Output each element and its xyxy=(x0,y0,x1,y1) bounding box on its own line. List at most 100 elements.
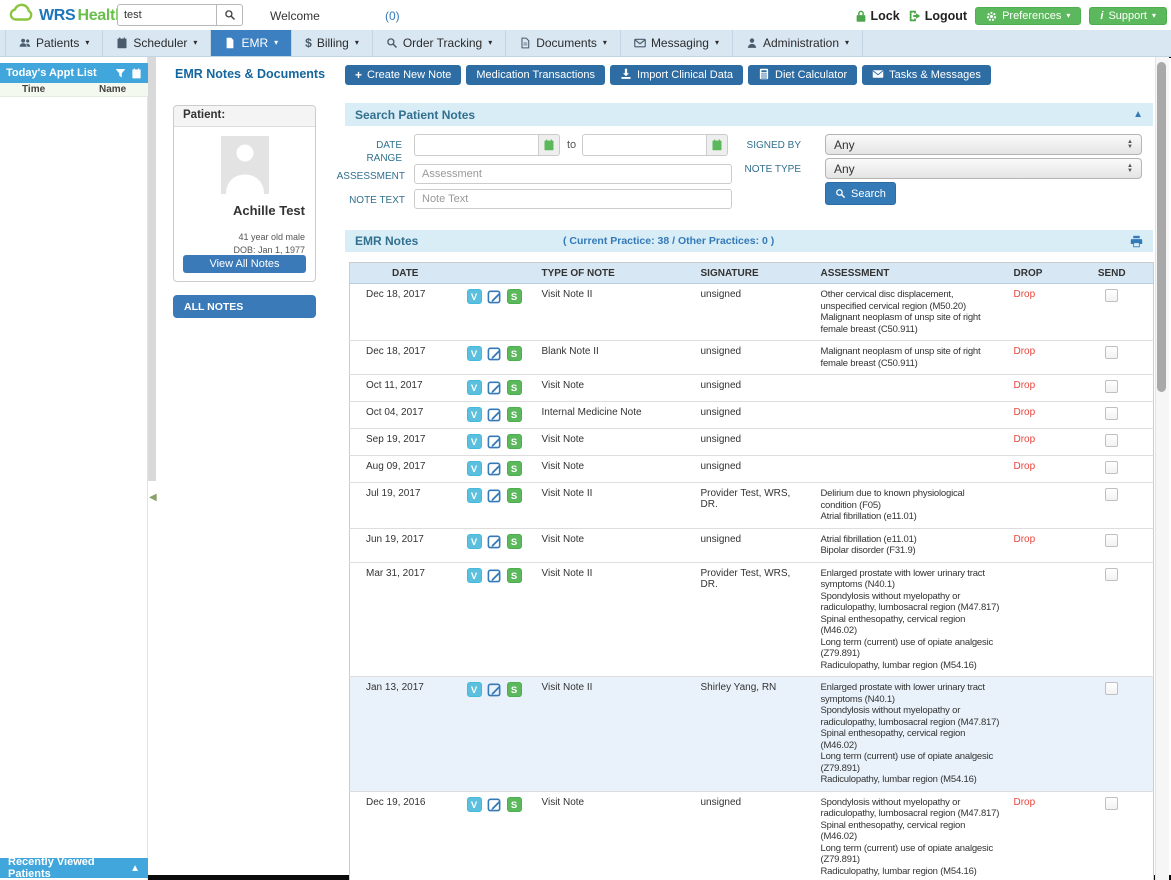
drop-note-link[interactable]: Drop xyxy=(1014,534,1036,545)
nav-item-scheduler[interactable]: Scheduler ▾ xyxy=(103,30,211,56)
edit-note-button[interactable] xyxy=(487,534,502,549)
date-from-input[interactable] xyxy=(414,134,538,156)
sign-note-button[interactable]: S xyxy=(507,534,522,549)
note-assessment: Delirium due to known physiological cond… xyxy=(815,483,1006,529)
nav-item-order-tracking[interactable]: Order Tracking ▾ xyxy=(373,30,506,56)
search-notes-button[interactable]: Search xyxy=(825,182,896,205)
envelope-outline-icon xyxy=(634,37,646,49)
send-checkbox[interactable] xyxy=(1105,488,1118,501)
date-to-input[interactable] xyxy=(582,134,706,156)
note-signature: unsigned xyxy=(695,375,815,402)
send-checkbox[interactable] xyxy=(1105,797,1118,810)
filter-icon[interactable] xyxy=(115,68,126,79)
drop-note-link[interactable]: Drop xyxy=(1014,797,1036,808)
tasks-messages-button[interactable]: Tasks & Messages xyxy=(862,65,991,85)
view-note-button[interactable]: V xyxy=(467,461,482,476)
drop-note-link[interactable]: Drop xyxy=(1014,434,1036,445)
lock-button[interactable]: Lock xyxy=(854,9,900,23)
send-checkbox[interactable] xyxy=(1105,289,1118,302)
send-checkbox[interactable] xyxy=(1105,346,1118,359)
chevron-down-icon: ▾ xyxy=(85,39,89,47)
emr-notes-table: DATE TYPE OF NOTE SIGNATURE ASSESSMENT D… xyxy=(349,262,1154,880)
date-from-calendar-button[interactable] xyxy=(538,134,560,156)
patient-card-title: Patient: xyxy=(174,106,315,127)
signed-by-select[interactable]: Any ▲▼ xyxy=(825,134,1142,155)
sign-note-button[interactable]: S xyxy=(507,407,522,422)
edit-note-button[interactable] xyxy=(487,488,502,503)
view-note-button[interactable]: V xyxy=(467,380,482,395)
edit-note-button[interactable] xyxy=(487,568,502,583)
view-note-button[interactable]: V xyxy=(467,534,482,549)
sign-note-button[interactable]: S xyxy=(507,434,522,449)
nav-item-patients[interactable]: Patients ▾ xyxy=(5,30,103,56)
preferences-button[interactable]: Preferences▾ xyxy=(975,7,1081,25)
view-note-button[interactable]: V xyxy=(467,289,482,304)
view-note-button[interactable]: V xyxy=(467,434,482,449)
view-note-button[interactable]: V xyxy=(467,346,482,361)
view-all-notes-button[interactable]: View All Notes xyxy=(183,255,306,273)
view-note-button[interactable]: V xyxy=(467,682,482,697)
view-note-button[interactable]: V xyxy=(467,407,482,422)
sign-note-button[interactable]: S xyxy=(507,346,522,361)
create-new-note-button[interactable]: + Create New Note xyxy=(345,65,461,85)
view-note-button[interactable]: V xyxy=(467,797,482,812)
edit-note-button[interactable] xyxy=(487,380,502,395)
logout-button[interactable]: Logout xyxy=(908,9,967,23)
sign-note-button[interactable]: S xyxy=(507,797,522,812)
drop-note-link[interactable]: Drop xyxy=(1014,407,1036,418)
nav-item-billing[interactable]: $ Billing ▾ xyxy=(292,30,373,56)
note-text-input[interactable] xyxy=(414,189,732,209)
recently-viewed-patients-bar[interactable]: Recently Viewed Patients ▲ xyxy=(0,858,148,878)
nav-item-messaging[interactable]: Messaging ▾ xyxy=(621,30,733,56)
sign-note-button[interactable]: S xyxy=(507,461,522,476)
global-search-input[interactable] xyxy=(117,4,216,26)
assessment-input[interactable] xyxy=(414,164,732,184)
nav-item-administration[interactable]: Administration ▾ xyxy=(733,30,863,56)
medication-transactions-button[interactable]: Medication Transactions xyxy=(466,65,605,85)
send-checkbox[interactable] xyxy=(1105,682,1118,695)
calendar-icon[interactable] xyxy=(131,68,142,79)
nav-item-documents[interactable]: Documents ▾ xyxy=(506,30,621,56)
edit-note-button[interactable] xyxy=(487,434,502,449)
edit-note-button[interactable] xyxy=(487,461,502,476)
sign-note-button[interactable]: S xyxy=(507,682,522,697)
sign-note-button[interactable]: S xyxy=(507,289,522,304)
send-checkbox[interactable] xyxy=(1105,407,1118,420)
sign-note-button[interactable]: S xyxy=(507,380,522,395)
edit-note-button[interactable] xyxy=(487,797,502,812)
edit-note-button[interactable] xyxy=(487,407,502,422)
sign-note-button[interactable]: S xyxy=(507,568,522,583)
sign-note-button[interactable]: S xyxy=(507,488,522,503)
note-date: Dec 18, 2017 xyxy=(350,341,461,375)
send-checkbox[interactable] xyxy=(1105,568,1118,581)
print-icon[interactable] xyxy=(1130,235,1143,248)
drop-note-link[interactable]: Drop xyxy=(1014,380,1036,391)
all-notes-button[interactable]: ALL NOTES xyxy=(173,295,316,318)
edit-note-button[interactable] xyxy=(487,682,502,697)
sidebar-collapse-arrow-icon[interactable]: ◀ xyxy=(149,492,157,503)
view-note-button[interactable]: V xyxy=(467,488,482,503)
sidebar-scrollbar[interactable] xyxy=(148,57,156,481)
send-checkbox[interactable] xyxy=(1105,434,1118,447)
global-search-button[interactable] xyxy=(216,4,243,26)
send-checkbox[interactable] xyxy=(1105,380,1118,393)
view-note-button[interactable]: V xyxy=(467,568,482,583)
vertical-scrollbar-thumb[interactable] xyxy=(1157,62,1166,392)
edit-note-button[interactable] xyxy=(487,289,502,304)
import-clinical-data-button[interactable]: Import Clinical Data xyxy=(610,65,743,85)
send-checkbox[interactable] xyxy=(1105,534,1118,547)
drop-note-link[interactable]: Drop xyxy=(1014,346,1036,357)
drop-note-link[interactable]: Drop xyxy=(1014,289,1036,300)
nav-item-emr[interactable]: EMR ▾ xyxy=(211,30,292,56)
edit-note-button[interactable] xyxy=(487,346,502,361)
message-count-link[interactable]: (0) xyxy=(385,9,400,23)
todays-appt-list-header[interactable]: Today's Appt List xyxy=(0,63,148,83)
emr-notes-title: EMR Notes xyxy=(355,234,418,248)
note-type-select[interactable]: Any ▲▼ xyxy=(825,158,1142,179)
drop-note-link[interactable]: Drop xyxy=(1014,461,1036,472)
send-checkbox[interactable] xyxy=(1105,461,1118,474)
diet-calculator-button[interactable]: Diet Calculator xyxy=(748,65,857,85)
search-patient-notes-header[interactable]: Search Patient Notes ▲ xyxy=(345,103,1153,126)
support-button[interactable]: i Support▾ xyxy=(1089,7,1167,25)
collapse-panel-icon[interactable]: ▲ xyxy=(1133,109,1143,120)
